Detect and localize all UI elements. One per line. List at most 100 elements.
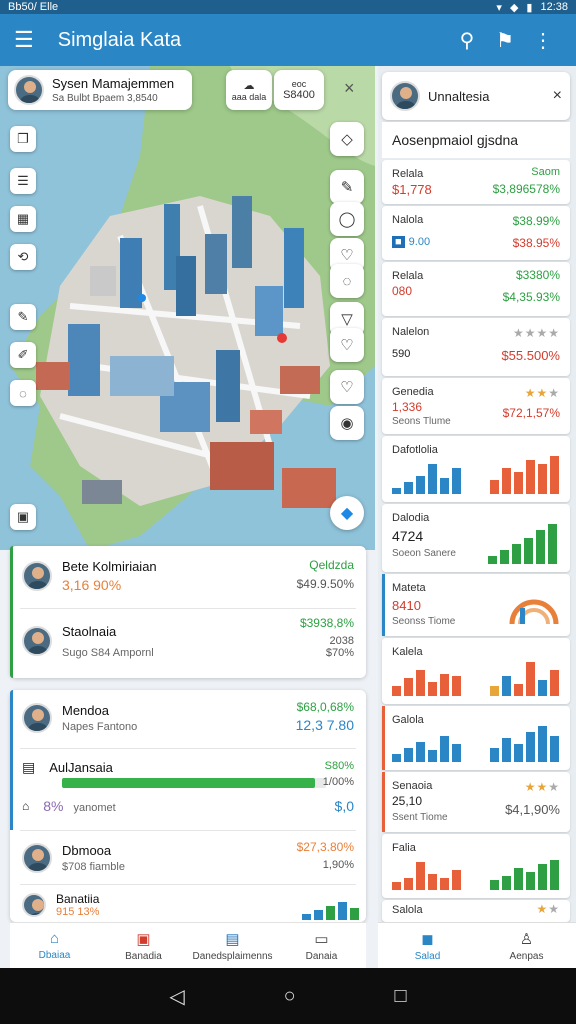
chat-bubble-icon[interactable]: ◆ (330, 496, 364, 530)
building-tower (232, 196, 252, 268)
rating-stars: ★★ (536, 902, 560, 916)
edit-tool-icon[interactable]: ✎ (10, 304, 36, 330)
stat-value: 9.00 (408, 236, 431, 248)
arc-gauge-icon (509, 599, 559, 625)
nav-item-data[interactable]: ▭ Danaia (277, 923, 366, 968)
stat-value: $1,778 (392, 182, 432, 197)
home-circle-icon[interactable]: ○ (284, 985, 296, 1008)
document-icon: ▤ (22, 758, 36, 775)
search-icon[interactable]: ⚲ (448, 28, 486, 53)
stat-card[interactable]: Nalelon 590 ★★★★ $55.500% (382, 318, 570, 376)
chart-card[interactable]: Kalela (382, 638, 570, 704)
grid-tool-icon[interactable]: ▣ (10, 504, 36, 530)
user-summary-card[interactable]: Sysen Mamajemmen Sa Bulbt Bpaem 3,8540 (8, 70, 192, 110)
search-map-tool-icon[interactable]: ◌ (10, 380, 36, 406)
city-map[interactable]: ❐ ☰ ▦ ⟲ ✎ ✐ ◌ ▣ ◇ ✎ ◯ ♡ ◌ ▽ ♡ ♡ ◉ (0, 66, 375, 550)
comment-icon[interactable]: ◌ (330, 264, 364, 298)
close-map-overlay-button[interactable]: × (344, 78, 355, 99)
list-item[interactable]: ⌂ 8% yanomet $,0 (10, 794, 366, 818)
avatar (22, 703, 52, 733)
pencil-icon[interactable]: ✎ (330, 170, 364, 204)
calendar-tool-icon[interactable]: ▦ (10, 206, 36, 232)
item-name: Mendoa (62, 703, 109, 718)
stat-card[interactable]: Nalola ■ 9.00 $38.99% $38.95% (382, 206, 570, 260)
list-tool-icon[interactable]: ☰ (10, 168, 36, 194)
stat-label: Nalelon (392, 326, 430, 338)
bar-chart-green (488, 522, 557, 564)
stat-card[interactable]: Salola ★★ (382, 900, 570, 922)
item-sub: yanomet (73, 801, 116, 814)
favorite-icon[interactable]: ♡ (330, 370, 364, 404)
layers-tool-icon[interactable]: ❐ (10, 126, 36, 152)
chart-card[interactable]: Dalodia 4724 Soeon Sanere (382, 504, 570, 572)
chart-card[interactable]: Mateta 8410 Seonss Tiome (382, 574, 570, 636)
nav-item-bookmarks[interactable]: ▣ Banadia (99, 923, 188, 968)
nav-label: Aenpas (509, 950, 544, 962)
bookmark-icon: ▣ (136, 930, 151, 948)
bar-chart-blue (490, 720, 559, 762)
house (210, 442, 274, 490)
stat-card[interactable]: Relala 080 $3380% $4,35.93% (382, 262, 570, 316)
close-panel-button[interactable]: × (553, 87, 562, 105)
stat-right-label: Saom (531, 166, 560, 178)
nav-label: Dbaiaa (38, 950, 71, 961)
panel-nav-item-agents[interactable]: ♙ Aenpas (477, 923, 576, 968)
list-item[interactable]: Banatiia 915 13% (10, 890, 366, 920)
chat-icon[interactable]: ◯ (330, 202, 364, 236)
panel-nav: ◼ Salad ♙ Aenpas (378, 922, 576, 968)
item-sub: Sugo S84 Ampornl (62, 646, 154, 659)
house (36, 362, 70, 390)
price-chip-top: eoc (291, 79, 307, 89)
tag-icon[interactable]: ◉ (330, 406, 364, 440)
link-tool-icon[interactable]: ⟲ (10, 244, 36, 270)
pen-tool-icon[interactable]: ✐ (10, 342, 36, 368)
building-tower (205, 234, 227, 294)
item-name: Bete Kolmiriaian (62, 559, 157, 574)
more-vert-icon[interactable]: ⋮ (524, 28, 562, 53)
nav-item-dashboards[interactable]: ▤ Danedsplaimenns (188, 923, 277, 968)
pier (82, 480, 122, 504)
bottom-nav: ⌂ Dbaiaa ▣ Banadia ▤ Danedsplaimenns ▭ Danai… (10, 922, 366, 968)
user-name: Sysen Mamajemmen (52, 76, 175, 91)
stat-sub: Seonss Tiome (392, 616, 456, 627)
item-name: Dbmooa (62, 843, 112, 858)
database-icon: ▭ (314, 930, 329, 948)
list-item[interactable]: Dbmooa $708 fiamble $27,3.80% 1,90% (10, 838, 366, 878)
house (280, 366, 320, 394)
user-sub: Sa Bulbt Bpaem 3,8540 (52, 93, 158, 104)
agent-icon: ♙ (519, 930, 534, 948)
avatar (22, 561, 52, 591)
item-right-bottom: $,0 (334, 798, 354, 814)
progress-fill (62, 778, 316, 788)
menu-icon[interactable]: ☰ (14, 27, 34, 53)
stat-card[interactable]: Relala $1,778 Saom $3,896578% (382, 160, 570, 204)
recents-icon[interactable]: □ (394, 985, 406, 1008)
stat-card[interactable]: Genedia 1,336 Seons Tlume ★★★ $72,1,57% (382, 378, 570, 434)
chart-card[interactable]: Falia (382, 834, 570, 898)
flag-icon[interactable]: ⚑ (486, 28, 524, 53)
panel-nav-item-save[interactable]: ◼ Salad (378, 923, 477, 968)
list-item[interactable]: Bete Kolmiriaian 3,16 90% Qeldzda $49.9.… (10, 556, 366, 596)
list-item[interactable]: Mendoa Napes Fantono $68,0,68% 12,3 7.80 (10, 698, 366, 738)
weather-chip[interactable]: ☁ aaa dala (226, 70, 272, 110)
item-name: AulJansaia (49, 759, 113, 775)
stat-value: 080 (392, 284, 413, 298)
nav-item-home[interactable]: ⌂ Dbaiaa (10, 923, 99, 968)
back-icon[interactable]: ◁ (169, 984, 184, 1009)
chart-card[interactable]: Galola (382, 706, 570, 770)
status-bar: Bb50/ Elle ▾ ◆ ▮ 12:38 (0, 0, 576, 14)
stat-label: Genedia (392, 386, 434, 398)
price-chip[interactable]: eoc S8400 (274, 70, 324, 110)
map-marker[interactable] (277, 333, 287, 343)
list-item[interactable]: ▤ AulJansaia S80% (10, 756, 366, 778)
app-bar: ☰ Simglaia Kata ⚲ ⚑ ⋮ (0, 14, 576, 66)
chart-card[interactable]: Dafotlolia (382, 436, 570, 502)
compass-icon[interactable]: ◇ (330, 122, 364, 156)
list-item[interactable]: Staolnaia Sugo S84 Ampornl $3938,8% 2038… (10, 616, 366, 666)
nav-label: Banadia (125, 950, 162, 962)
map-marker[interactable] (138, 294, 146, 302)
stat-card[interactable]: Senaoia 25,10 Ssent Tiome ★★★ $4,1,90% (382, 772, 570, 832)
stat-right-label: $3380% (515, 268, 560, 282)
price-chip-value: S8400 (283, 89, 315, 101)
location-icon[interactable]: ♡ (330, 328, 364, 362)
